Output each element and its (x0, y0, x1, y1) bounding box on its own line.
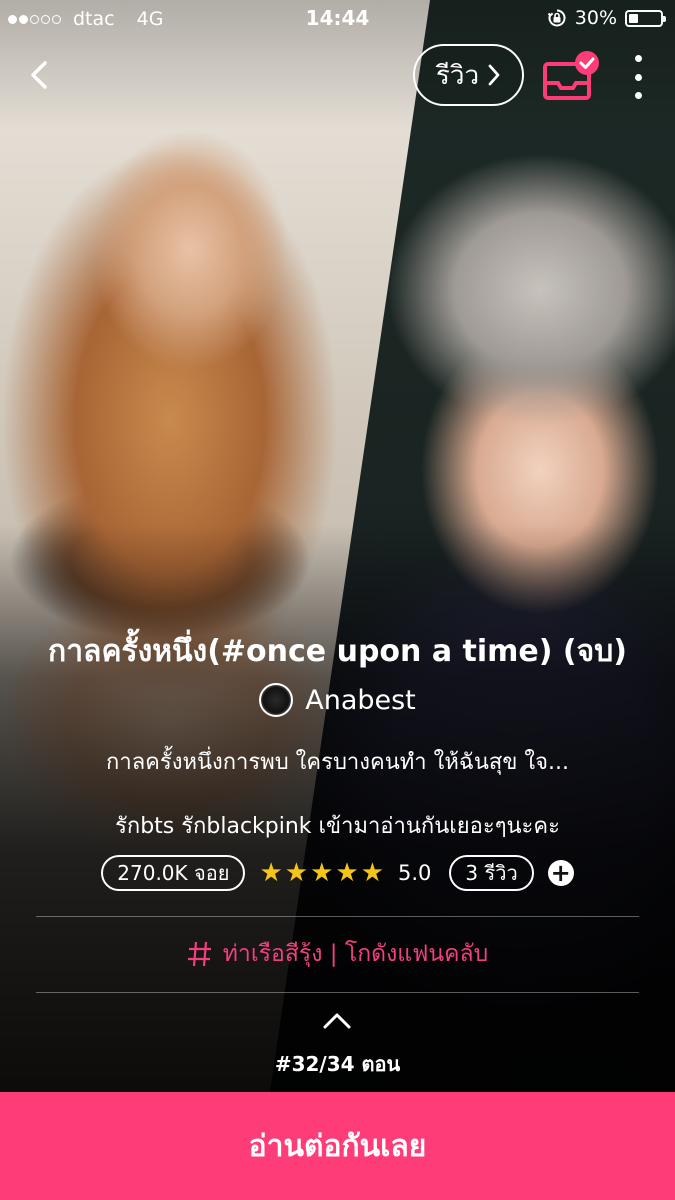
add-review-button[interactable]: + (547, 859, 574, 887)
add-to-shelf-button[interactable] (540, 50, 602, 104)
stats-row: 270.0K จอย ★ ★ ★ ★ ★ 5.0 3 รีวิว + (0, 855, 675, 891)
cover-image (0, 0, 675, 1092)
category-tags-label[interactable]: ท่าเรือสีรุ้ง | โกดังแฟนคลับ (223, 936, 488, 972)
back-button[interactable] (24, 55, 58, 95)
more-options-button[interactable] (628, 55, 648, 99)
review-button-label: รีวิว (435, 60, 480, 91)
more-dot (634, 92, 642, 99)
back-icon (31, 61, 47, 89)
star-icon: ★ (335, 858, 359, 888)
battery-icon (625, 9, 666, 27)
status-right: 30% (547, 7, 666, 29)
star-icon: ★ (360, 858, 385, 888)
author-row[interactable]: Anabest (0, 683, 675, 717)
reviews-count-button[interactable]: 3 รีวิว (449, 855, 534, 891)
review-button[interactable]: รีวิว (413, 44, 524, 106)
views-badge: 270.0K จอย (101, 855, 246, 891)
chevron-up-icon (323, 1013, 351, 1029)
chevron-right-icon (488, 64, 500, 86)
story-summary: กาลครั้งหนึ่งการพบ ใครบางคนทำ ให้ฉันสุข … (106, 750, 569, 775)
continue-reading-label: อ่านต่อกันเลย (248, 1128, 427, 1164)
chapter-progress[interactable]: #32/34 ตอน (0, 1048, 675, 1080)
expand-chapters-button[interactable] (321, 1010, 353, 1032)
rating-value: 5.0 (398, 861, 432, 885)
hashtag-icon (187, 941, 211, 967)
rotation-lock-icon (547, 9, 566, 27)
star-icon: ★ (284, 858, 309, 888)
bookshelf-check-icon (543, 51, 599, 100)
more-dot (634, 73, 642, 81)
status-bar: dtac 4G 14:44 30% (0, 0, 675, 38)
star-rating: ★ ★ ★ ★ ★ (259, 858, 384, 888)
star-icon: ★ (310, 858, 334, 888)
category-tags[interactable]: ท่าเรือสีรุ้ง | โกดังแฟนคลับ (0, 936, 675, 972)
plus-icon: + (550, 859, 571, 887)
story-tagline: รักbts รักblackpink เข้ามาอ่านกันเยอะๆนะ… (115, 814, 560, 839)
more-vertical-icon (634, 55, 642, 62)
divider (36, 916, 639, 917)
continue-reading-button[interactable]: อ่านต่อกันเลย (0, 1092, 675, 1200)
cover-gradient-overlay (0, 0, 675, 1092)
divider (36, 992, 639, 993)
star-icon: ★ (259, 858, 283, 888)
battery-percent: 30% (574, 7, 617, 29)
author-name[interactable]: Anabest (305, 685, 416, 716)
avatar[interactable] (259, 683, 294, 717)
story-title: กาลครั้งหนึ่ง(#once upon a time) (จบ) (48, 634, 627, 669)
